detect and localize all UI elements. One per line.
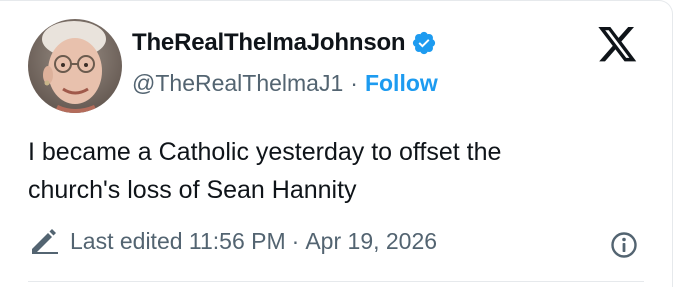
divider [28, 281, 644, 282]
verified-badge-icon[interactable] [411, 30, 437, 56]
follow-button[interactable]: Follow [365, 70, 438, 97]
tweet-text-line: church's loss of Sean Hannity [28, 176, 357, 204]
tweet-date[interactable]: Apr 19, 2026 [305, 228, 437, 255]
tweet-card: TheRealThelmaJohnson @TheRealThelmaJ1 · … [0, 0, 673, 287]
info-icon[interactable] [609, 230, 639, 260]
handle-separator: · [350, 70, 358, 96]
author-handle[interactable]: @TheRealThelmaJ1 [132, 70, 343, 97]
author-name-row: TheRealThelmaJohnson [132, 29, 437, 57]
display-name[interactable]: TheRealThelmaJohnson [132, 29, 406, 57]
meta-separator: · [291, 227, 300, 254]
tweet-text: I became a Catholic yesterday to offset … [28, 133, 628, 209]
pencil-icon [32, 229, 58, 254]
x-logo-icon[interactable] [598, 27, 638, 63]
avatar-photo [28, 19, 122, 113]
avatar[interactable] [28, 19, 122, 113]
tweet-text-line: I became a Catholic yesterday to offset … [28, 138, 502, 166]
tweet-meta: Last edited 11:56 PM · Apr 19, 2026 [28, 227, 437, 255]
edited-label[interactable]: Last edited 11:56 PM [70, 228, 286, 255]
handle-row: @TheRealThelmaJ1 · Follow [132, 70, 438, 97]
